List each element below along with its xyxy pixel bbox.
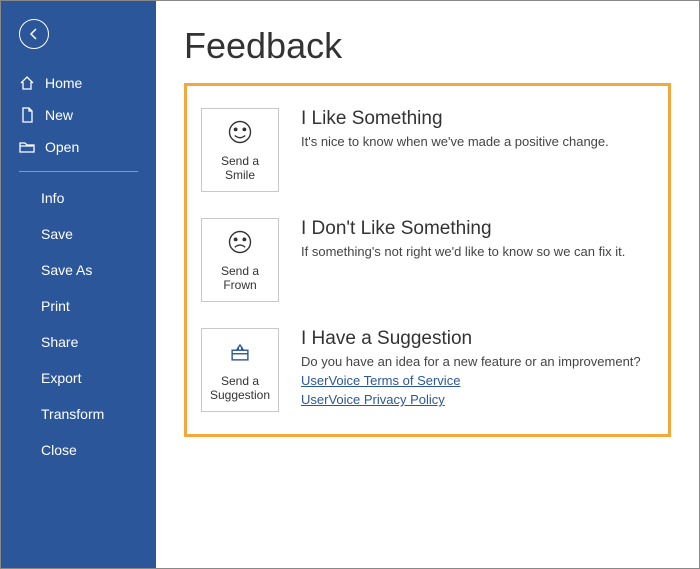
smile-icon [226,118,254,151]
feedback-desc: It's nice to know when we've made a posi… [301,134,609,149]
backstage-sidebar: Home New Open Info Save Save As Print [1,1,156,568]
feedback-row-dislike: Send a Frown I Don't Like Something If s… [201,210,654,320]
sidebar-item-save[interactable]: Save [1,216,156,252]
sidebar-item-share[interactable]: Share [1,324,156,360]
feedback-text: I Don't Like Something If something's no… [301,218,625,263]
sidebar-item-print[interactable]: Print [1,288,156,324]
feedback-title: I Don't Like Something [301,218,625,240]
document-icon [19,107,35,123]
main-content: Feedback Send a Smile I Like So [156,1,699,568]
send-frown-button[interactable]: Send a Frown [201,218,279,302]
sidebar-item-label: Save As [41,262,92,278]
feedback-row-like: Send a Smile I Like Something It's nice … [201,100,654,210]
sidebar-item-save-as[interactable]: Save As [1,252,156,288]
sidebar-item-info[interactable]: Info [1,180,156,216]
feedback-desc: If something's not right we'd like to kn… [301,244,625,259]
sidebar-item-open[interactable]: Open [1,131,156,163]
feedback-options-highlight: Send a Smile I Like Something It's nice … [184,83,671,437]
arrow-left-icon [26,26,42,42]
feedback-title: I Like Something [301,108,609,130]
frown-icon [226,228,254,261]
sidebar-item-home[interactable]: Home [1,67,156,99]
sidebar-item-label: Info [41,190,64,206]
sidebar-divider [19,171,138,172]
tile-label: Send a Smile [202,155,278,181]
tile-label: Send a Frown [202,265,278,291]
uservoice-privacy-link[interactable]: UserVoice Privacy Policy [301,392,641,407]
feedback-desc: Do you have an idea for a new feature or… [301,354,641,369]
sidebar-item-label: Export [41,370,81,386]
sidebar-item-label: Home [45,75,82,91]
sidebar-item-label: Print [41,298,70,314]
sidebar-item-label: Close [41,442,77,458]
feedback-title: I Have a Suggestion [301,328,641,350]
feedback-row-suggestion: Send a Suggestion I Have a Suggestion Do… [201,320,654,416]
sidebar-item-label: New [45,107,73,123]
sidebar-item-label: Share [41,334,78,350]
send-smile-button[interactable]: Send a Smile [201,108,279,192]
feedback-text: I Have a Suggestion Do you have an idea … [301,328,641,407]
uservoice-tos-link[interactable]: UserVoice Terms of Service [301,373,641,388]
back-button[interactable] [19,19,49,49]
sidebar-item-label: Transform [41,406,104,422]
feedback-text: I Like Something It's nice to know when … [301,108,609,153]
sidebar-item-export[interactable]: Export [1,360,156,396]
sidebar-item-label: Open [45,139,79,155]
page-title: Feedback [184,25,671,67]
folder-open-icon [19,139,35,155]
sidebar-item-label: Save [41,226,73,242]
sidebar-item-new[interactable]: New [1,99,156,131]
send-suggestion-button[interactable]: Send a Suggestion [201,328,279,412]
tile-label: Send a Suggestion [202,375,278,401]
suggestion-box-icon [226,338,254,371]
sidebar-item-close[interactable]: Close [1,432,156,468]
home-icon [19,75,35,91]
sidebar-item-transform[interactable]: Transform [1,396,156,432]
